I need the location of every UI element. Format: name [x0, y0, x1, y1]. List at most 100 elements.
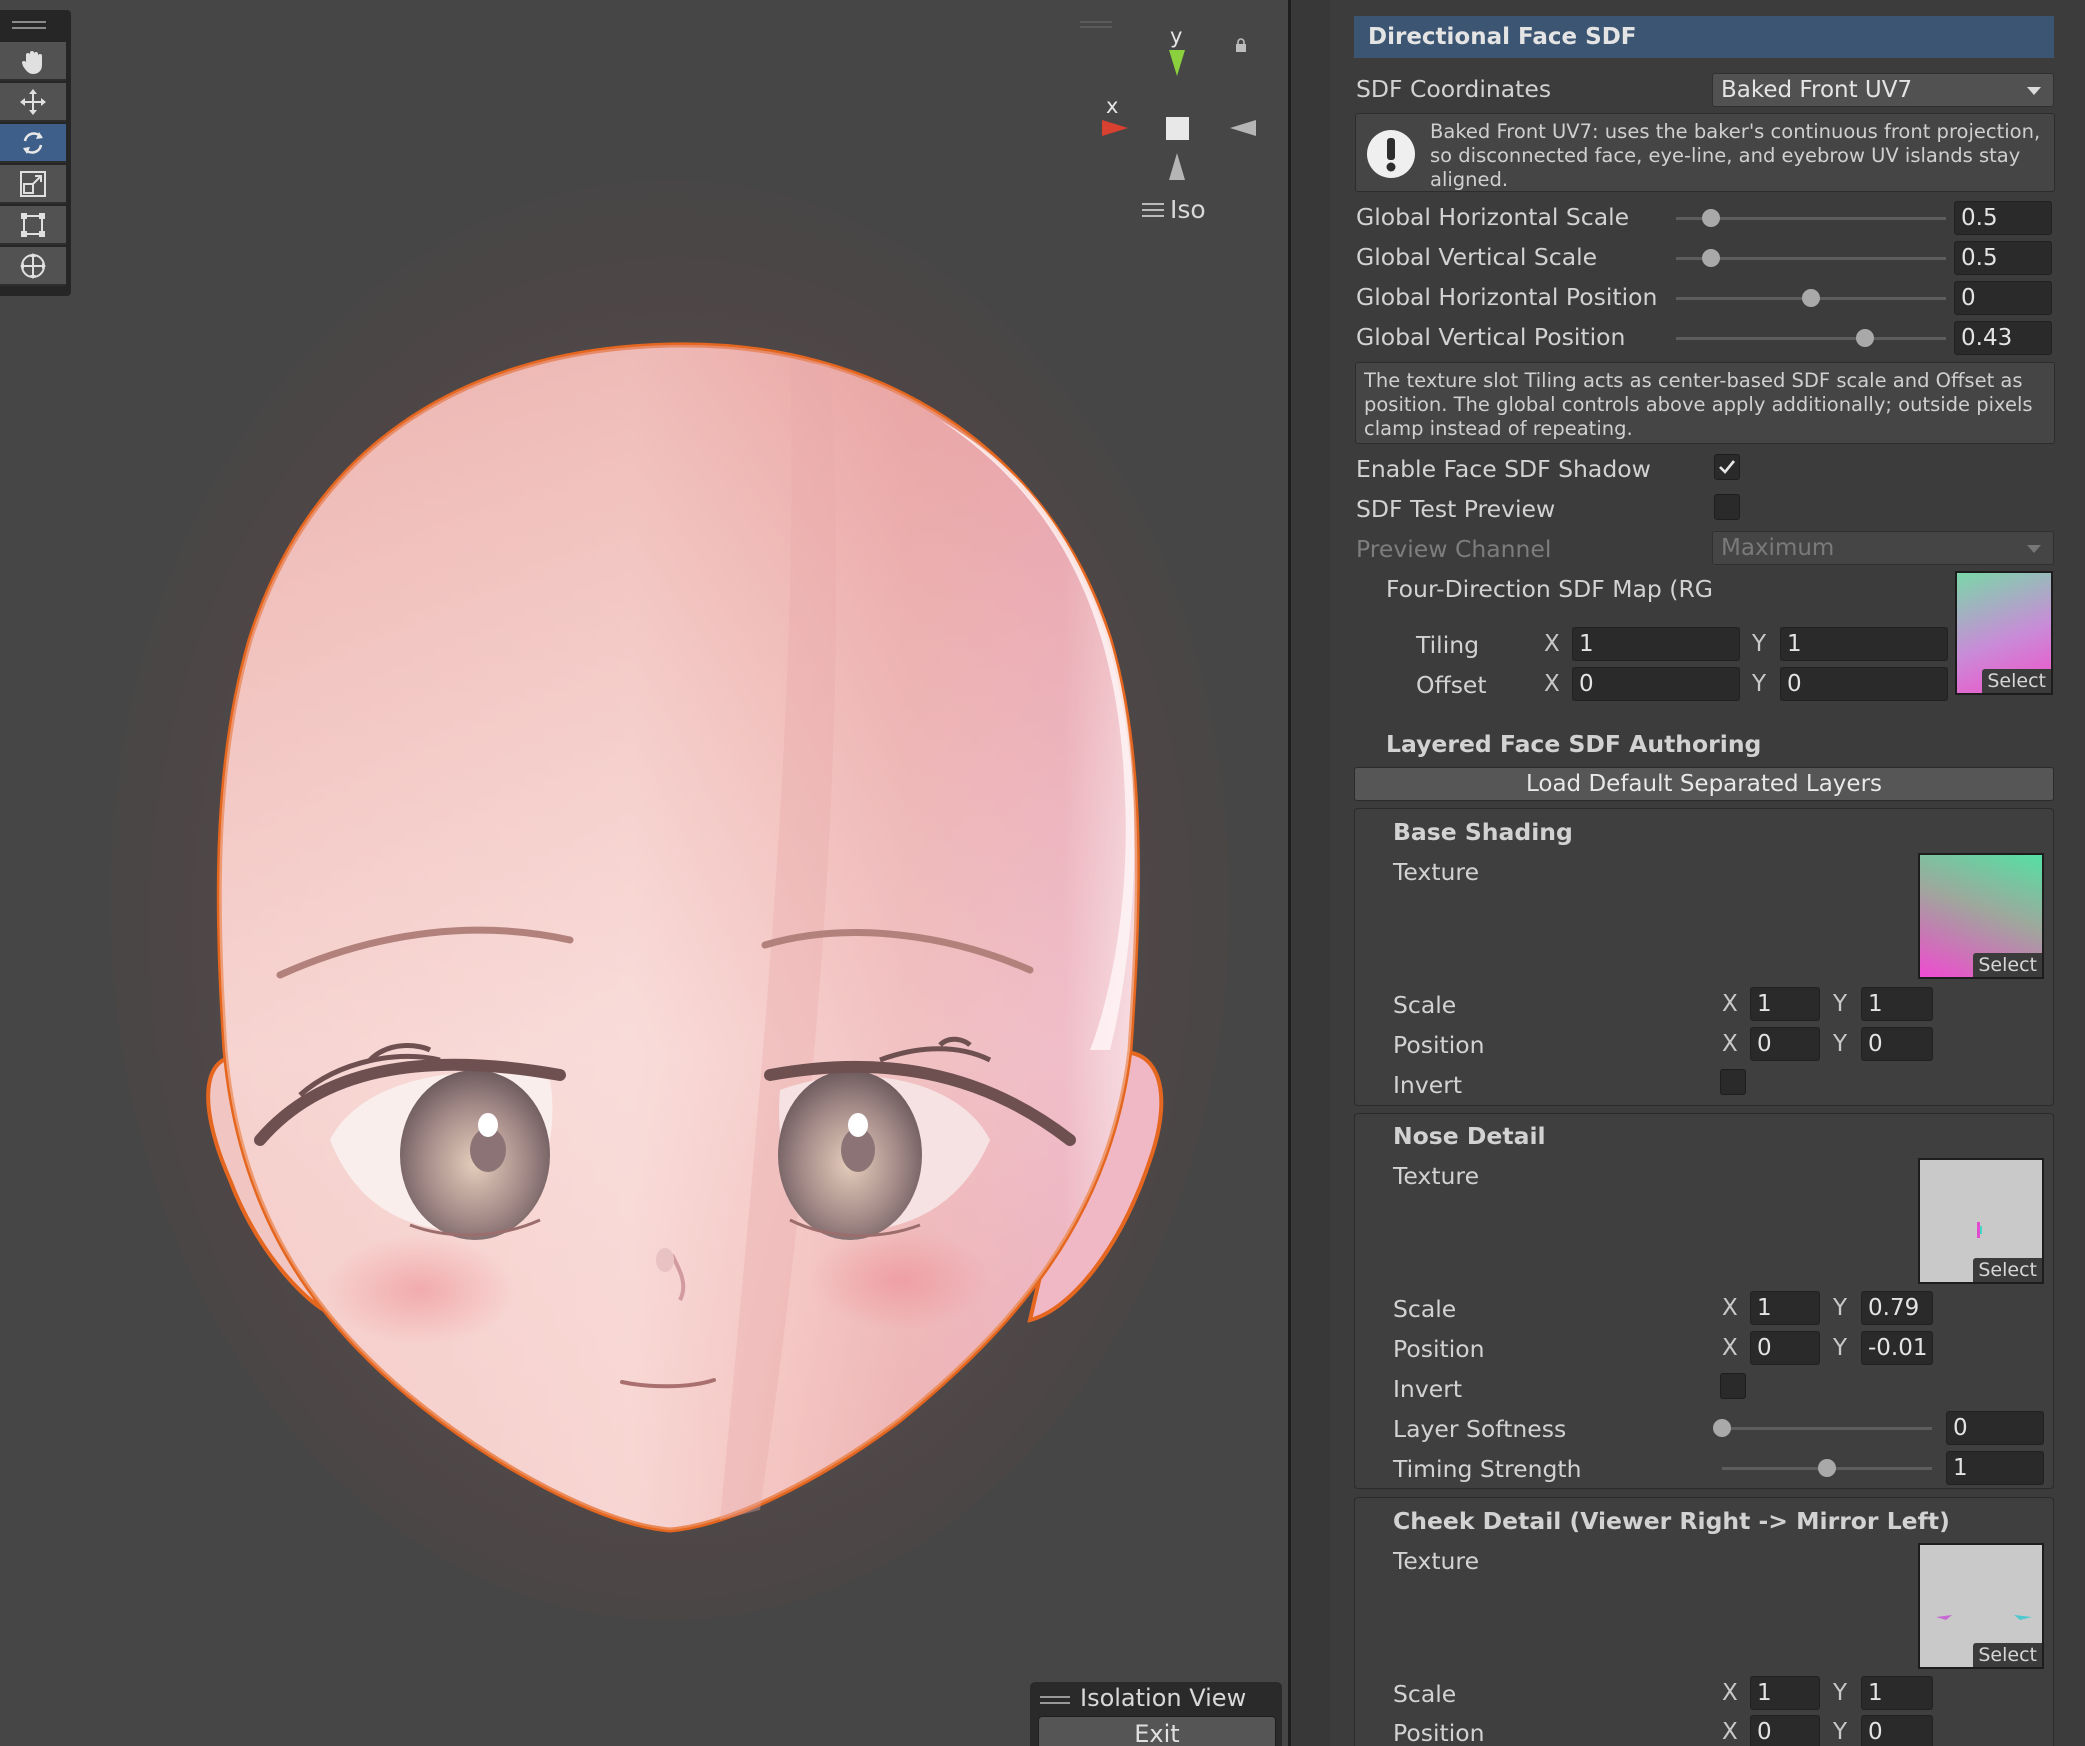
scene-view[interactable]: y x Iso Isolation View Exit [0, 0, 1288, 1746]
global-vertical-position-track[interactable] [1676, 337, 1946, 340]
layer-softness-knob[interactable] [1713, 1419, 1731, 1437]
rotate-tool-button[interactable] [0, 124, 66, 163]
base-texture-label: Texture [1393, 858, 1480, 886]
global-vertical-scale-knob[interactable] [1702, 249, 1721, 267]
nose-invert-checkbox[interactable] [1720, 1373, 1746, 1399]
load-default-layers-button[interactable]: Load Default Separated Layers [1354, 767, 2054, 801]
cheek-position-y-field[interactable]: 0 [1861, 1715, 1933, 1746]
chevron-down-icon [2027, 545, 2041, 553]
cheek-scale-y-axis: Y [1833, 1680, 1848, 1706]
preview-channel-value: Maximum [1721, 535, 1835, 561]
nose-position-x-field[interactable]: 0 [1750, 1331, 1820, 1365]
global-vertical-position-field[interactable]: 0.43 [1954, 321, 2052, 355]
sdf-map-thumbnail[interactable]: Select [1955, 571, 2053, 695]
tiling-x-field[interactable]: 1 [1572, 627, 1740, 661]
offset-label: Offset [1416, 671, 1487, 699]
global-horizontal-scale-field[interactable]: 0.5 [1954, 201, 2052, 235]
base-position-y-field[interactable]: 0 [1861, 1027, 1933, 1061]
checkmark-icon [1719, 460, 1736, 474]
global-horizontal-position-label: Global Horizontal Position [1356, 283, 1658, 311]
hand-tool-button[interactable] [0, 42, 66, 81]
global-horizontal-scale-knob[interactable] [1702, 209, 1721, 227]
nose-select-button[interactable]: Select [1973, 1258, 2042, 1282]
base-scale-x-axis: X [1722, 991, 1738, 1017]
nose-mark-icon [1977, 1222, 1982, 1238]
offset-x-field[interactable]: 0 [1572, 667, 1740, 701]
tiling-x-axis: X [1544, 631, 1560, 657]
rotate-icon [23, 131, 43, 154]
nose-texture-thumbnail[interactable]: Select [1918, 1158, 2044, 1284]
offset-y-axis: Y [1752, 671, 1767, 697]
test-preview-label: SDF Test Preview [1356, 495, 1556, 523]
base-texture-thumbnail[interactable]: Select [1918, 853, 2044, 979]
timing-strength-label: Timing Strength [1393, 1455, 1582, 1483]
transform-icon [20, 252, 46, 279]
global-vertical-position-knob[interactable] [1856, 329, 1874, 347]
scene-tools-panel [0, 10, 71, 296]
transform-tool-button[interactable] [0, 247, 66, 286]
lock-icon[interactable] [1234, 38, 1248, 52]
hand-icon [22, 50, 42, 74]
isolation-view-panel: Isolation View Exit [1030, 1682, 1282, 1746]
drag-handle-icon[interactable] [12, 18, 46, 32]
nose-scale-label: Scale [1393, 1295, 1457, 1323]
gizmo-y-label: y [1170, 24, 1183, 48]
offset-y-field[interactable]: 0 [1780, 667, 1948, 701]
coords-help-box: Baked Front UV7: uses the baker's contin… [1355, 113, 2055, 192]
face-model [110, 180, 1230, 1620]
preview-channel-dropdown[interactable]: Maximum [1712, 531, 2054, 565]
base-select-button[interactable]: Select [1973, 953, 2042, 977]
global-horizontal-position-field[interactable]: 0 [1954, 281, 2052, 315]
nose-invert-label: Invert [1393, 1375, 1463, 1403]
base-scale-label: Scale [1393, 991, 1457, 1019]
nose-scale-x-field[interactable]: 1 [1750, 1291, 1820, 1325]
cheek-texture-thumbnail[interactable]: Select [1918, 1543, 2044, 1669]
tiling-label: Tiling [1416, 631, 1480, 659]
nose-scale-y-axis: Y [1833, 1295, 1848, 1321]
layer-softness-track[interactable] [1722, 1427, 1932, 1430]
base-position-x-field[interactable]: 0 [1750, 1027, 1820, 1061]
cheek-scale-x-field[interactable]: 1 [1750, 1676, 1820, 1710]
projection-toggle[interactable]: Iso [1142, 195, 1206, 224]
cheek-position-label: Position [1393, 1719, 1485, 1746]
base-scale-x-field[interactable]: 1 [1750, 987, 1820, 1021]
cheek-position-x-field[interactable]: 0 [1750, 1715, 1820, 1746]
isolation-title: Isolation View [1080, 1684, 1247, 1712]
enable-shadow-checkbox[interactable] [1714, 454, 1740, 480]
move-tool-button[interactable] [0, 83, 66, 122]
cheek-select-button[interactable]: Select [1973, 1643, 2042, 1667]
move-arrows-icon [20, 88, 46, 115]
rect-tool-button[interactable] [0, 206, 66, 245]
sdf-map-label: Four-Direction SDF Map (RG [1386, 575, 1713, 603]
base-scale-y-field[interactable]: 1 [1861, 987, 1933, 1021]
nose-texture-label: Texture [1393, 1162, 1480, 1190]
sdf-coordinates-dropdown[interactable]: Baked Front UV7 [1712, 73, 2054, 107]
tiling-y-field[interactable]: 1 [1780, 627, 1948, 661]
nose-position-y-axis: Y [1833, 1335, 1848, 1361]
nose-scale-x-axis: X [1722, 1295, 1738, 1321]
nose-scale-y-field[interactable]: 0.79 [1861, 1291, 1933, 1325]
sdf-map-select-button[interactable]: Select [1982, 669, 2051, 693]
global-vertical-scale-field[interactable]: 0.5 [1954, 241, 2052, 275]
base-invert-checkbox[interactable] [1720, 1069, 1746, 1095]
section-header[interactable]: Directional Face SDF [1354, 16, 2054, 58]
global-vertical-scale-label: Global Vertical Scale [1356, 243, 1598, 271]
timing-strength-field[interactable]: 1 [1946, 1451, 2044, 1485]
test-preview-checkbox[interactable] [1714, 494, 1740, 520]
global-horizontal-position-knob[interactable] [1802, 289, 1820, 307]
nose-position-y-field[interactable]: -0.01 [1861, 1331, 1933, 1365]
scale-tool-button[interactable] [0, 165, 66, 204]
timing-strength-knob[interactable] [1818, 1459, 1836, 1477]
tiling-help-text: The texture slot Tiling acts as center-b… [1364, 369, 2033, 440]
projection-label: Iso [1170, 195, 1206, 224]
menu-icon [1142, 202, 1164, 217]
exit-isolation-button[interactable]: Exit [1038, 1716, 1276, 1746]
panel-splitter[interactable] [1288, 0, 1330, 1746]
cheek-marks-icon [1936, 1615, 2032, 1620]
chevron-down-icon [2027, 87, 2041, 95]
isolation-grip-icon [1040, 1696, 1070, 1704]
cheek-scale-y-field[interactable]: 1 [1861, 1676, 1933, 1710]
rect-transform-icon [21, 212, 45, 237]
nose-position-label: Position [1393, 1335, 1485, 1363]
layer-softness-field[interactable]: 0 [1946, 1411, 2044, 1445]
